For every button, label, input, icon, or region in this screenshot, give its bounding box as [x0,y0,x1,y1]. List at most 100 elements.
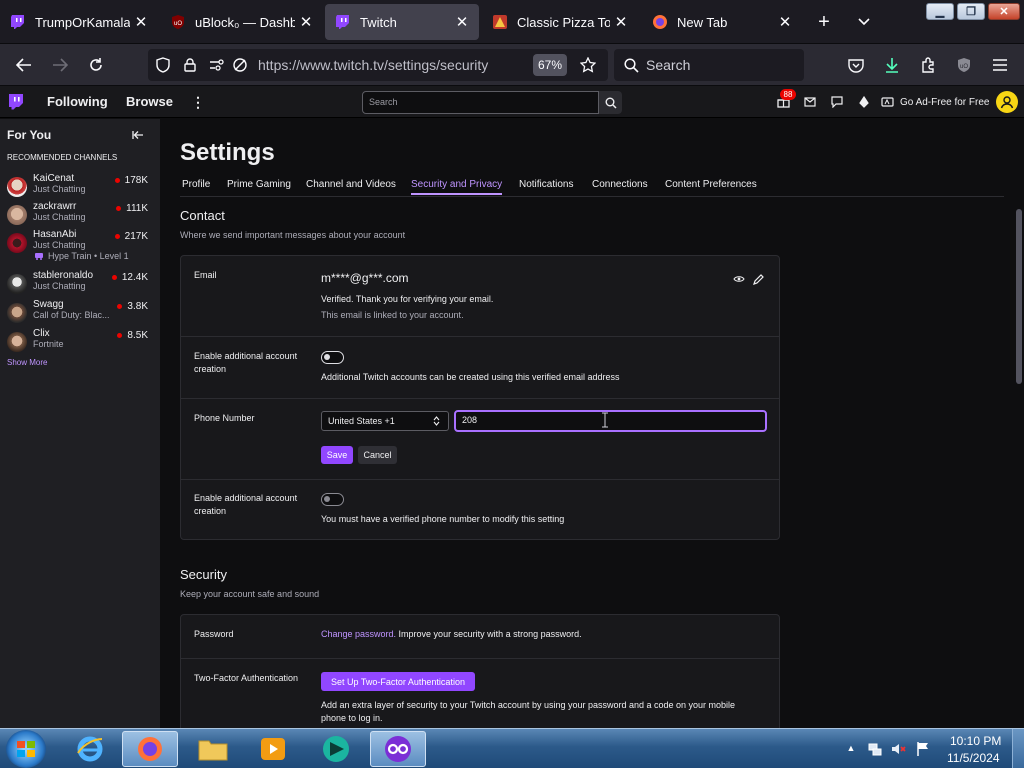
permissions-icon[interactable] [208,56,226,74]
nav-browse-link[interactable]: Browse [126,94,173,109]
user-avatar[interactable] [996,91,1018,113]
additional-account-phone-toggle[interactable] [321,493,344,506]
channel-avatar [7,332,27,352]
action-center-flag-icon[interactable] [914,740,932,758]
tab-security-and-privacy[interactable]: Security and Privacy [411,179,502,190]
channel-game: Fortnite [33,339,64,349]
twitch-search-button[interactable] [599,91,622,114]
save-button[interactable]: Save [321,446,353,464]
list-all-tabs-icon[interactable] [852,10,876,34]
autoplay-blocked-icon[interactable] [231,56,249,74]
password-row-text: Change password. Improve your security w… [321,629,582,639]
lock-icon[interactable] [181,56,199,74]
back-icon[interactable] [10,51,38,79]
close-window-icon[interactable]: ✕ [988,3,1020,20]
tab-profile[interactable]: Profile [182,179,210,190]
clock-date[interactable]: 11/5/2024 [947,751,1000,765]
tracking-protection-icon[interactable] [154,56,172,74]
forward-icon[interactable] [46,51,74,79]
internet-explorer-taskbar-icon[interactable] [62,731,118,767]
sidebar-channel-stableronaldo[interactable]: stableronaldo Just Chatting 12.4K [0,269,160,297]
live-indicator-icon [116,206,122,211]
close-tab-icon[interactable]: ✕ [130,11,152,33]
zoom-level-button[interactable]: 67% [533,54,567,76]
go-ad-free-button[interactable]: Go Ad-Free for Free [880,93,989,111]
inbox-icon[interactable] [802,94,818,110]
show-more-link[interactable]: Show More [7,358,47,367]
downloads-icon[interactable] [878,51,906,79]
extensions-icon[interactable] [914,51,942,79]
close-tab-icon[interactable]: ✕ [610,11,632,33]
close-tab-icon[interactable]: ✕ [295,11,317,33]
setup-two-factor-button[interactable]: Set Up Two-Factor Authentication [321,672,475,691]
media-player-taskbar-icon[interactable] [245,731,301,767]
additional-account-email-toggle[interactable] [321,351,344,364]
tab-content-preferences[interactable]: Content Preferences [665,179,757,190]
minimize-window-icon[interactable]: ▁ [926,3,954,20]
app-menu-icon[interactable] [986,51,1014,79]
sidebar-channel-hasanabi[interactable]: HasanAbi Just Chatting Hype Train • Leve… [0,228,160,268]
close-tab-icon[interactable]: ✕ [774,11,796,33]
collapse-sidebar-icon[interactable] [131,129,145,141]
tab-connections[interactable]: Connections [592,179,648,190]
sidebar-channel-kaicenat[interactable]: KaiCenat Just Chatting 178K [0,172,160,200]
volume-muted-icon[interactable] [890,740,908,758]
browser-tab-trumporkamala[interactable]: TrumpOrKamala2024 ✕ [0,4,158,40]
show-hidden-icons-icon[interactable]: ▲ [844,741,858,755]
page-scrollbar-thumb[interactable] [1016,209,1022,384]
twitch-search-input[interactable]: Search [362,91,599,114]
pocket-icon[interactable] [842,51,870,79]
two-factor-description: Add an extra layer of security to your T… [321,700,736,723]
new-tab-icon[interactable]: + [812,10,836,34]
tab-prime-gaming[interactable]: Prime Gaming [227,179,291,190]
firefox-icon [652,14,668,30]
start-button-icon[interactable] [6,730,46,768]
more-vertical-icon[interactable]: ⋮ [191,94,205,110]
restore-window-icon[interactable]: ❐ [957,3,985,20]
firefox-taskbar-icon[interactable] [122,731,178,767]
browser-tab-new-tab[interactable]: New Tab ✕ [642,4,802,40]
browser-tab-twitch[interactable]: Twitch ✕ [325,4,479,40]
tab-channel-and-videos[interactable]: Channel and Videos [306,179,396,190]
bookmark-star-icon[interactable] [578,55,598,75]
reveal-email-icon[interactable] [732,273,746,285]
tab-notifications[interactable]: Notifications [519,179,573,190]
sidebar-channel-zackrawrr[interactable]: zackrawrr Just Chatting 111K [0,200,160,228]
clock-time[interactable]: 10:10 PM [950,734,1001,748]
edit-email-icon[interactable] [751,272,765,286]
twitch-logo-icon[interactable] [7,93,25,111]
viewer-count: 12.4K [111,272,148,283]
viewer-count-value: 8.5K [127,330,148,341]
phone-number-input[interactable]: 208 [454,410,767,432]
nav-following-link[interactable]: Following [47,94,108,109]
reload-icon[interactable] [82,51,110,79]
tab-title: New Tab [677,14,728,30]
channel-name: Clix [33,328,50,339]
browser-search-field[interactable]: Search [614,49,804,81]
twitch-search-placeholder: Search [369,97,398,107]
file-explorer-taskbar-icon[interactable] [185,731,241,767]
cancel-button[interactable]: Cancel [358,446,397,464]
ublock-origin-icon[interactable]: uO [950,51,978,79]
address-bar[interactable]: https://www.twitch.tv/settings/security … [148,49,608,81]
close-tab-icon[interactable]: ✕ [451,11,473,33]
app-taskbar-icon[interactable] [308,731,364,767]
viewer-count-value: 178K [124,175,148,186]
tab-title: TrumpOrKamala2024 [35,14,130,30]
search-icon [623,57,639,73]
network-icon[interactable] [866,740,884,758]
channel-game: Call of Duty: Blac... [33,310,110,320]
chat-app-taskbar-icon[interactable] [370,731,426,767]
sidebar-channel-swagg[interactable]: Swagg Call of Duty: Blac... 3.8K [0,298,160,326]
change-password-link[interactable]: Change password. [321,629,396,639]
viewer-count: 111K [116,203,148,214]
browser-tab-ublock[interactable]: uO uBlock₀ — Dashboard ✕ [160,4,323,40]
whispers-icon[interactable] [829,94,845,110]
country-code-select[interactable]: United States +1 [321,411,449,431]
show-desktop-button[interactable] [1012,729,1024,768]
sidebar-channel-clix[interactable]: Clix Fortnite 8.5K [0,327,160,355]
browser-tab-strip: TrumpOrKamala2024 ✕ uO uBlock₀ — Dashboa… [0,0,1024,44]
bits-icon[interactable] [856,94,872,110]
browser-tab-pizza-tower[interactable]: Classic Pizza Tower ✕ [482,4,638,40]
viewer-count-value: 217K [124,231,148,242]
